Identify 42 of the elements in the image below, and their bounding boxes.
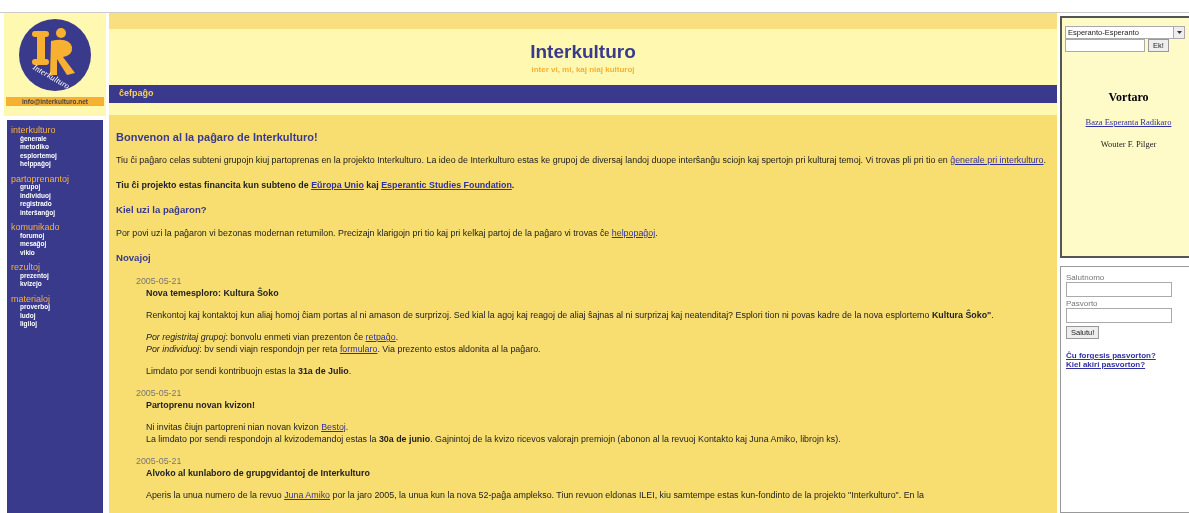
- caret-icon: [1173, 27, 1184, 38]
- news-paragraph: Renkontoj kaj kontaktoj kun aliaj homoj ĉiam portas al ni amason de surprizoj. Sed kial la agoj kaj reagoj de aliaj ŝajnas al ni surprizaj kaj neatenditaj? Esplori tion ni povas kadre de la nova esplortemo Kultura Ŝoko".: [146, 309, 995, 321]
- text-link[interactable]: Esperantic Studies Foundation: [381, 180, 512, 190]
- news-title: Alvoko al kunlaboro de grupgvidantoj de Interkulturo: [146, 467, 371, 479]
- dictionary-title: Vortaro: [1108, 90, 1149, 105]
- logo-icon: [19, 19, 91, 91]
- username-field[interactable]: [1066, 282, 1172, 297]
- news-date: 2005-05-21: [136, 275, 182, 287]
- text-link[interactable]: Bestoj: [321, 422, 346, 432]
- author-name: Wouter F. Pilger: [1100, 139, 1157, 149]
- nav-heading[interactable]: interkulturo: [11, 126, 56, 135]
- username-label: Salutnomo: [1066, 273, 1105, 282]
- section-heading: Novajoj: [116, 252, 152, 263]
- welcome-heading: Bonvenon al la paĝaro de Interkulturo!: [116, 131, 319, 143]
- news-title: Partoprenu novan kvizon!: [146, 399, 256, 411]
- paragraph: Tiu ĉi paĝaro celas subteni grupojn kiuj partoprenas en la projekto Interkulturo. La ideo de Interkulturo estas ke grupoj de diversaj landoj duope interŝanĝu sciojn kaj spertojn pri kulturaj temoj. Vi trovas pli pri tio en ĝenerale pri interkulturo.: [116, 154, 1047, 166]
- news-title: Nova temesploro: Kultura Ŝoko: [146, 287, 280, 299]
- search-field[interactable]: [1065, 39, 1145, 52]
- news-date: 2005-05-21: [136, 387, 182, 399]
- site-title: Interkulturo: [530, 40, 636, 63]
- help-link[interactable]: Kiel akiri pasvorton?: [1066, 360, 1146, 369]
- section-heading: Kiel uzi la paĝaron?: [116, 204, 208, 215]
- text-link[interactable]: retpaĝo: [365, 332, 396, 342]
- text-link[interactable]: Juna Amiko: [284, 490, 331, 500]
- news-paragraph: Limdato por sendi kontribuojn estas la 31a de Julio.: [146, 365, 353, 377]
- news-paragraph: Aperis la unua numero de la revuo Juna Amiko por la jaro 2005, la unua kun la nova 52-paĝa amplekso. Tiun revuon eldonas ILEI, kiu samtempe estas kun-fondinto de la projekto "Interkulturo". En la: [146, 489, 925, 501]
- news-paragraph: Por registritaj grupoj: bonvolu enmeti vian prezenton ĉe retpaĝo. Por individuoj: bv sendi viajn respondojn per reta formularo. Via prezento estos aldonita al la paĝaro.: [146, 331, 542, 355]
- site-subtitle: inter vi, mi, kaj niaj kulturoj: [531, 64, 635, 74]
- password-label: Pasvorto: [1066, 299, 1098, 308]
- nav-heading[interactable]: rezultoj: [11, 263, 40, 272]
- news-date: 2005-05-21: [136, 455, 182, 467]
- nav-heading[interactable]: partoprenantoj: [11, 174, 70, 183]
- news-paragraph: Ni invitas ĉiujn partopreni nian novan kvizon Bestoj. La limdato por sendi respondojn al kvizodemandoj estas la 30a de junio. Gajnintoj de la kvizo ricevos valorajn premiojn (abonon al la revuoj Kontakto kaj Juna Amiko, librojn ks).: [146, 421, 842, 445]
- paragraph: Por povi uzi la paĝaron vi bezonas modernan retumilon. Precizajn klarigojn pri tio kaj pri kelkaj partoj de la paĝaro vi trovas ĉe helpopaĝoj.: [116, 227, 659, 239]
- paragraph: Tiu ĉi projekto estas financita kun subteno de Eŭropa Unio kaj Esperantic Studies Foundation.: [116, 179, 516, 191]
- breadcrumb-bar: ĉefpaĝo: [109, 85, 1057, 103]
- password-field[interactable]: [1066, 308, 1172, 323]
- nav-heading[interactable]: komunikado: [11, 223, 60, 232]
- text-link[interactable]: Eŭropa Unio: [311, 180, 364, 190]
- help-link[interactable]: Ĉu forgesis pasvorton?: [1066, 351, 1156, 360]
- nav-heading[interactable]: materialoj: [11, 294, 50, 303]
- dictionary-link[interactable]: Baza Esperanta Radikaro: [1085, 117, 1172, 127]
